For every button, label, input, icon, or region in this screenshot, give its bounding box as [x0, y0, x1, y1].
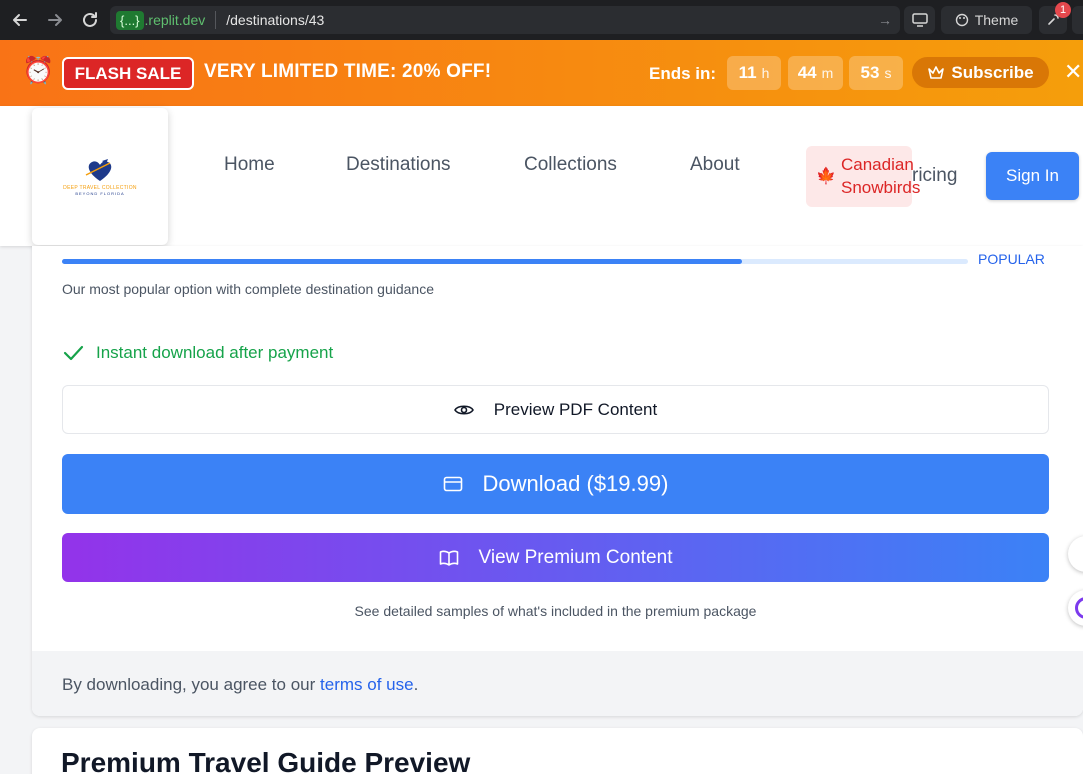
palette-icon: [955, 13, 968, 27]
view-premium-label: View Premium Content: [478, 546, 673, 568]
premium-samples-note: See detailed samples of what's included …: [354, 603, 757, 619]
download-label: Download ($19.99): [482, 471, 669, 496]
canadian-label-line2: Snowbirds: [841, 178, 921, 197]
terms-of-use-link[interactable]: terms of use: [320, 675, 414, 694]
terms-suffix: .: [413, 675, 419, 694]
hours-unit: h: [761, 65, 770, 81]
tools-button[interactable]: 1: [1039, 2, 1071, 34]
heart-plane-icon: [85, 159, 112, 181]
url-chip: {...}: [116, 10, 144, 30]
url-path: /destinations/43: [226, 12, 325, 28]
subscribe-label: Subscribe: [951, 62, 1034, 82]
countdown-minutes: 44 m: [788, 56, 843, 90]
instant-download-note: Instant download after payment: [62, 343, 333, 363]
terms-prefix: By downloading, you agree to our: [62, 675, 321, 694]
maple-leaf-flag-icon: 🍁: [816, 168, 836, 185]
credit-card-icon: [443, 476, 462, 492]
url-host: {...} .replit.dev: [116, 10, 206, 30]
alarm-clock-icon: ⏰: [22, 55, 55, 85]
browser-toolbar: {...} .replit.dev /destinations/43 → The…: [0, 0, 1083, 40]
countdown-seconds: 53 s: [849, 56, 903, 90]
notification-badge: 1: [1055, 2, 1071, 18]
site-logo[interactable]: DEEP TRAVEL COLLECTION BEYOND FLORIDA: [32, 108, 168, 245]
forward-arrow-icon[interactable]: [44, 9, 66, 31]
sign-in-button[interactable]: Sign In: [986, 152, 1079, 200]
download-button[interactable]: Download ($19.99): [62, 454, 1049, 514]
chat-ring-icon: [1075, 597, 1083, 619]
theme-button[interactable]: Theme: [941, 6, 1032, 34]
address-bar[interactable]: {...} .replit.dev /destinations/43 →: [110, 6, 900, 34]
nav-collections[interactable]: Collections: [524, 154, 617, 176]
url-domain: .replit.dev: [144, 12, 206, 28]
nav-canadian-snowbirds[interactable]: 🍁 Canadian Snowbirds: [806, 146, 920, 207]
minutes-value: 44: [797, 63, 817, 82]
popular-label: POPULAR: [978, 251, 1045, 267]
nav-home[interactable]: Home: [224, 154, 275, 176]
preview-pdf-button[interactable]: Preview PDF Content: [62, 385, 1049, 434]
terms-agreement: By downloading, you agree to our terms o…: [62, 675, 418, 695]
back-arrow-icon[interactable]: [9, 9, 31, 31]
nav-about[interactable]: About: [690, 154, 740, 176]
go-arrow-icon[interactable]: →: [878, 12, 892, 28]
logo-text-sub: BEYOND FLORIDA: [75, 191, 125, 196]
flash-sale-headline: VERY LIMITED TIME: 20% OFF!: [204, 61, 492, 82]
hours-value: 11: [738, 63, 757, 82]
crown-icon: [928, 65, 945, 79]
canadian-label-line1: Canadian: [841, 155, 914, 174]
preview-pdf-label: Preview PDF Content: [493, 399, 658, 419]
nav-destinations[interactable]: Destinations: [346, 154, 451, 176]
view-premium-button[interactable]: View Premium Content: [62, 533, 1049, 582]
seconds-unit: s: [884, 65, 892, 81]
open-book-icon: [439, 550, 458, 566]
popularity-bar-fill: [62, 259, 742, 264]
close-icon[interactable]: ✕: [1064, 60, 1082, 84]
eye-icon: [453, 404, 474, 415]
instant-download-label: Instant download after payment: [96, 343, 334, 362]
section-title: Premium Travel Guide Preview: [61, 747, 471, 774]
minutes-unit: m: [821, 65, 834, 81]
checkmark-icon: [63, 345, 84, 361]
reload-icon[interactable]: [79, 9, 101, 31]
seconds-value: 53: [860, 63, 880, 82]
logo-image: DEEP TRAVEL COLLECTION BEYOND FLORIDA: [41, 117, 159, 236]
countdown-hours: 11 h: [727, 56, 781, 90]
canadian-snowbirds-label: Canadian Snowbirds: [841, 153, 920, 199]
subscribe-button[interactable]: Subscribe: [912, 57, 1049, 88]
url-separator: [215, 11, 217, 29]
theme-label: Theme: [974, 12, 1019, 28]
extensions-button[interactable]: [1072, 6, 1083, 34]
screen-icon[interactable]: [904, 6, 935, 34]
plan-description: Our most popular option with complete de…: [62, 281, 434, 297]
popularity-bar: [62, 259, 968, 264]
countdown-label: Ends in:: [649, 64, 717, 83]
flash-sale-badge: FLASH SALE: [62, 57, 194, 90]
